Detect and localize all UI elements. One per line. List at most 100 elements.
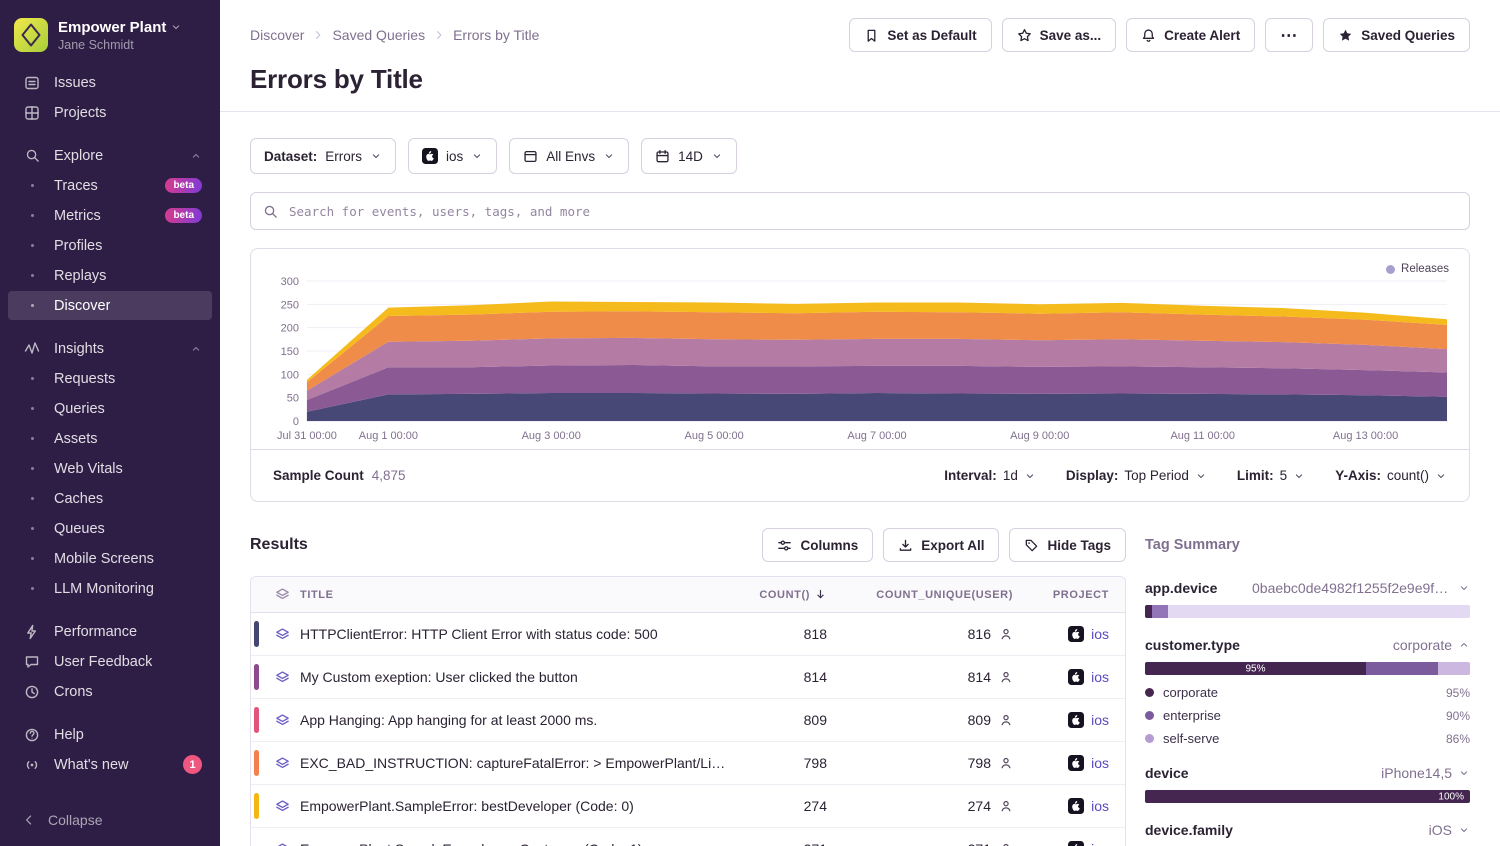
- breadcrumb-item-discover[interactable]: Discover: [250, 27, 304, 43]
- sidebar-item-queries[interactable]: Queries: [8, 394, 212, 423]
- tag-value-row[interactable]: corporate95%: [1145, 685, 1470, 700]
- breadcrumb: DiscoverSaved QueriesErrors by Title: [250, 27, 539, 43]
- date-range-filter[interactable]: 14D: [641, 138, 737, 174]
- environment-filter[interactable]: All Envs: [509, 138, 629, 174]
- sidebar-item-user-feedback[interactable]: User Feedback: [8, 647, 212, 676]
- breadcrumb-item-saved-queries[interactable]: Saved Queries: [332, 27, 425, 43]
- project-filter[interactable]: ios: [408, 138, 497, 174]
- sidebar-item-caches[interactable]: Caches: [8, 484, 212, 513]
- stacked-area-chart[interactable]: 050100150200250300Jul 31 00:00Aug 1 00:0…: [263, 259, 1457, 447]
- user-icon: [999, 799, 1013, 813]
- save-as-button[interactable]: Save as...: [1002, 18, 1117, 52]
- sidebar-item-profiles[interactable]: Profiles: [8, 231, 212, 260]
- tag-toggle[interactable]: deviceiPhone14,5: [1145, 765, 1470, 781]
- series-color-bar: [251, 621, 264, 647]
- tag-value-row[interactable]: self-serve86%: [1145, 731, 1470, 746]
- chevron-left-icon: [22, 813, 36, 827]
- tag-distribution-bar[interactable]: [1145, 605, 1470, 618]
- search-input[interactable]: [287, 203, 1457, 220]
- series-color-bar: [251, 750, 264, 776]
- set-as-default-button[interactable]: Set as Default: [849, 18, 991, 52]
- project-link[interactable]: ios: [1091, 669, 1109, 685]
- dataset-filter[interactable]: Dataset:Errors: [250, 138, 396, 174]
- sidebar-item-help[interactable]: Help: [8, 720, 212, 749]
- sidebar-item-what-s-new[interactable]: What's new1: [8, 750, 212, 779]
- sidebar-item-projects[interactable]: Projects: [8, 98, 212, 127]
- column-header-count[interactable]: COUNT(): [741, 588, 827, 601]
- sidebar-item-crons[interactable]: Crons: [8, 677, 212, 706]
- table-row[interactable]: EmpowerPlant.SampleError: happyCustomer …: [251, 828, 1125, 846]
- sidebar-item-discover[interactable]: Discover: [8, 291, 212, 320]
- hide-tags-button[interactable]: Hide Tags: [1009, 528, 1126, 562]
- issues-icon: [22, 75, 42, 91]
- display-dropdown[interactable]: Display:Top Period: [1066, 468, 1207, 483]
- chevron-up-icon: [190, 343, 202, 355]
- sidebar-item-requests[interactable]: Requests: [8, 364, 212, 393]
- results-table: TITLE COUNT() COUNT_UNIQUE(USER) PROJECT…: [250, 576, 1126, 846]
- chart-panel: Releases 050100150200250300Jul 31 00:00A…: [250, 248, 1470, 502]
- sidebar-section-explore[interactable]: Explore: [8, 141, 212, 170]
- limit-dropdown[interactable]: Limit:5: [1237, 468, 1305, 483]
- column-header-count-unique[interactable]: COUNT_UNIQUE(USER): [827, 589, 1013, 601]
- row-count: 814: [741, 669, 827, 685]
- tag-distribution-bar[interactable]: 95%: [1145, 662, 1470, 675]
- tag-distribution-bar[interactable]: 100%: [1145, 790, 1470, 803]
- project-link[interactable]: ios: [1091, 841, 1109, 846]
- tag-toggle[interactable]: app.device0baebc0de4982f1255f2e9e9fb7…: [1145, 580, 1470, 596]
- row-project: ios: [1013, 798, 1125, 814]
- tag-value-row[interactable]: enterprise90%: [1145, 708, 1470, 723]
- more-options-button[interactable]: ⋯: [1265, 18, 1313, 52]
- releases-legend[interactable]: Releases: [1386, 263, 1449, 275]
- create-alert-button[interactable]: Create Alert: [1126, 18, 1255, 52]
- sidebar-item-issues[interactable]: Issues: [8, 68, 212, 97]
- project-link[interactable]: ios: [1091, 755, 1109, 771]
- sidebar-item-traces[interactable]: Tracesbeta: [8, 171, 212, 200]
- sidebar-item-metrics[interactable]: Metricsbeta: [8, 201, 212, 230]
- row-title: EmpowerPlant.SampleError: happyCustomer …: [300, 841, 741, 846]
- sidebar-collapse[interactable]: Collapse: [0, 802, 220, 838]
- filter-bar: Dataset:Errors ios All Envs 14D: [250, 138, 1470, 174]
- table-row[interactable]: HTTPClientError: HTTP Client Error with …: [251, 613, 1125, 656]
- ios-project-icon: [1068, 712, 1084, 728]
- sidebar-item-replays[interactable]: Replays: [8, 261, 212, 290]
- sidebar-item-web-vitals[interactable]: Web Vitals: [8, 454, 212, 483]
- sidebar-item-assets[interactable]: Assets: [8, 424, 212, 453]
- org-switcher[interactable]: Empower Plant Jane Schmidt: [0, 12, 220, 64]
- bullet-icon: [22, 527, 42, 530]
- results-title: Results: [250, 536, 308, 554]
- table-row[interactable]: EmpowerPlant.SampleError: bestDeveloper …: [251, 785, 1125, 828]
- tag-toggle[interactable]: customer.typecorporate: [1145, 637, 1470, 653]
- main-content: DiscoverSaved QueriesErrors by Title Set…: [220, 0, 1500, 846]
- sidebar-item-mobile-screens[interactable]: Mobile Screens: [8, 544, 212, 573]
- bullet-icon: [22, 274, 42, 277]
- download-icon: [898, 538, 913, 553]
- export-all-button[interactable]: Export All: [883, 528, 999, 562]
- sidebar-item-llm-monitoring[interactable]: LLM Monitoring: [8, 574, 212, 603]
- sidebar-section-insights[interactable]: Insights: [8, 334, 212, 363]
- svg-text:Aug 1 00:00: Aug 1 00:00: [359, 430, 418, 442]
- ios-project-icon: [1068, 798, 1084, 814]
- search-icon: [263, 204, 278, 219]
- column-header-title[interactable]: TITLE: [300, 589, 741, 601]
- table-row[interactable]: My Custom exeption: User clicked the but…: [251, 656, 1125, 699]
- table-row[interactable]: App Hanging: App hanging for at least 20…: [251, 699, 1125, 742]
- table-row[interactable]: EXC_BAD_INSTRUCTION: captureFatalError: …: [251, 742, 1125, 785]
- chart[interactable]: Releases 050100150200250300Jul 31 00:00A…: [251, 249, 1469, 449]
- alert-bell-icon: [1141, 28, 1156, 43]
- interval-dropdown[interactable]: Interval:1d: [944, 468, 1036, 483]
- table-header: TITLE COUNT() COUNT_UNIQUE(USER) PROJECT: [251, 577, 1125, 613]
- saved-queries-button[interactable]: Saved Queries: [1323, 18, 1470, 52]
- project-link[interactable]: ios: [1091, 712, 1109, 728]
- tag-toggle[interactable]: device.familyiOS: [1145, 822, 1470, 838]
- column-header-project[interactable]: PROJECT: [1013, 589, 1125, 601]
- columns-button[interactable]: Columns: [762, 528, 873, 562]
- project-link[interactable]: ios: [1091, 626, 1109, 642]
- row-title: HTTPClientError: HTTP Client Error with …: [300, 626, 741, 642]
- svg-text:200: 200: [281, 323, 299, 335]
- beta-badge: beta: [165, 178, 202, 193]
- sidebar-item-queues[interactable]: Queues: [8, 514, 212, 543]
- yaxis-dropdown[interactable]: Y-Axis:count(): [1335, 468, 1447, 483]
- layers-icon: [264, 587, 300, 602]
- project-link[interactable]: ios: [1091, 798, 1109, 814]
- sidebar-item-performance[interactable]: Performance: [8, 617, 212, 646]
